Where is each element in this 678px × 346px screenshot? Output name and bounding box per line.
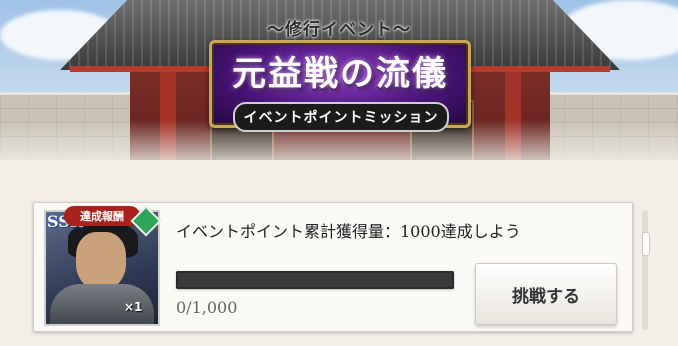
reward-tag: 達成報酬	[64, 206, 140, 226]
banner-title: 元益戦の流儀	[232, 53, 448, 94]
banner-top-label: 〜修行イベント〜	[267, 19, 411, 40]
character-face	[76, 232, 126, 290]
mission-description: イベントポイント累計獲得量：1000達成しよう	[176, 222, 521, 241]
banner-subtitle: イベントポイントミッション	[233, 102, 449, 132]
reward-quantity: ×1	[124, 300, 143, 314]
challenge-button[interactable]: 挑戦する	[475, 263, 617, 325]
progress-bar	[176, 271, 454, 289]
scrollbar-thumb[interactable]	[642, 232, 650, 256]
progress-text: 0/1,000	[176, 298, 238, 317]
scrollbar-track[interactable]	[642, 210, 648, 330]
